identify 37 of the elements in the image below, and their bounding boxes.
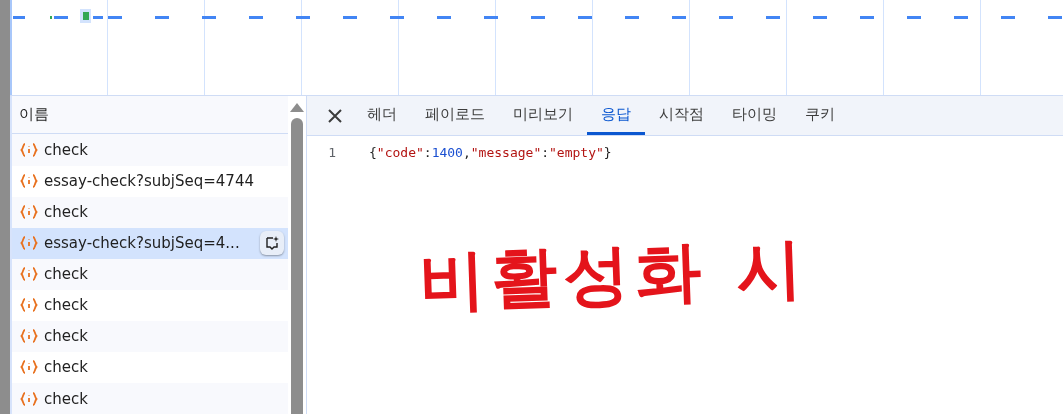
tab[interactable]: 타이밍: [718, 96, 791, 135]
tab[interactable]: 미리보기: [499, 96, 587, 135]
tab[interactable]: 페이로드: [411, 96, 499, 135]
request-name: essay-check?subjSeq=4744: [44, 172, 255, 191]
sparkle-chat-icon: [264, 235, 280, 252]
json-file-icon: [20, 359, 38, 376]
tab[interactable]: 쿠키: [791, 96, 849, 135]
request-row[interactable]: essay-check?subjSeq=4744: [12, 165, 288, 197]
tab[interactable]: 시작점: [645, 96, 718, 135]
request-row[interactable]: check: [12, 289, 288, 321]
json-file-icon: [20, 142, 38, 158]
json-file-icon: [20, 204, 38, 221]
json-file-icon: [20, 173, 38, 190]
json-file-icon: [20, 390, 38, 407]
scroll-up-icon[interactable]: [290, 103, 304, 112]
handwritten-note: 비활성화 시: [417, 228, 810, 322]
request-row[interactable]: check: [12, 351, 288, 383]
request-name: check: [44, 358, 89, 377]
code-line: {"code":1400,"message":"empty"}: [369, 145, 612, 160]
request-name: check: [44, 141, 89, 159]
request-name: check: [44, 389, 89, 408]
json-file-icon: [20, 297, 38, 314]
request-name: check: [44, 265, 89, 284]
json-file-icon: [20, 328, 38, 345]
scrollbar-thumb[interactable]: [291, 118, 303, 414]
ai-assist-button[interactable]: [260, 231, 284, 256]
json-file-icon: [20, 235, 38, 252]
request-row[interactable]: essay-check?subjSeq=4...: [12, 227, 288, 259]
close-icon: [327, 107, 343, 124]
tab[interactable]: 응답: [587, 96, 645, 135]
request-name: check: [44, 327, 89, 346]
json-file-icon: [20, 266, 38, 283]
request-name: check: [44, 296, 89, 315]
line-number: 1: [327, 145, 337, 160]
request-name: essay-check?subjSeq=4...: [44, 234, 241, 253]
tab[interactable]: 헤더: [353, 96, 411, 135]
request-name: check: [44, 203, 89, 222]
